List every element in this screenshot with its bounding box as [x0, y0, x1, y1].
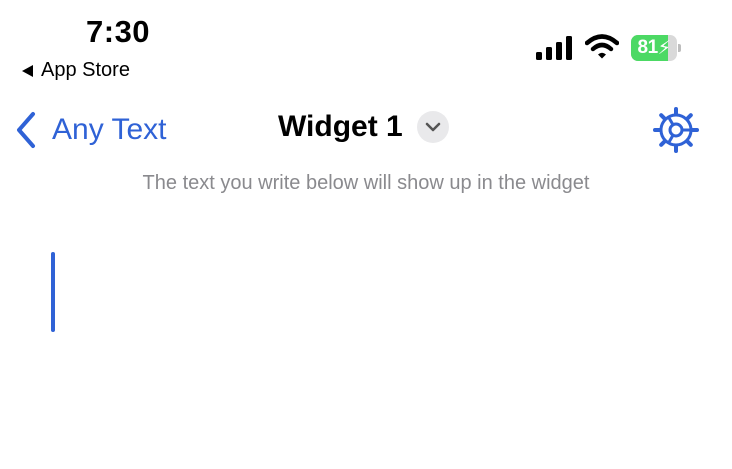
- widget-text-editor[interactable]: [40, 240, 690, 440]
- widget-selector[interactable]: Widget 1: [278, 110, 449, 144]
- widget-hint-text: The text you write below will show up in…: [142, 172, 590, 194]
- charging-bolt-icon: ⚡: [657, 37, 671, 59]
- battery-percentage: 81 ⚡: [637, 37, 671, 59]
- wifi-icon: [585, 34, 619, 59]
- battery-nub: [678, 44, 681, 52]
- back-button-label: Any Text: [52, 113, 167, 146]
- battery-indicator: 81 ⚡: [631, 35, 681, 61]
- chevron-left-icon: [17, 112, 35, 148]
- back-to-app-label: App Store: [41, 59, 130, 81]
- back-to-app-link[interactable]: App Store: [22, 59, 130, 82]
- page-title: Widget 1: [278, 110, 403, 143]
- status-time: 7:30: [86, 14, 151, 49]
- chevron-down-icon: [416, 111, 449, 143]
- text-cursor: [51, 252, 55, 332]
- cellular-signal-icon: [536, 36, 572, 60]
- gear-icon[interactable]: [653, 107, 699, 153]
- back-triangle-icon: [22, 64, 33, 77]
- back-button[interactable]: Any Text: [14, 110, 167, 150]
